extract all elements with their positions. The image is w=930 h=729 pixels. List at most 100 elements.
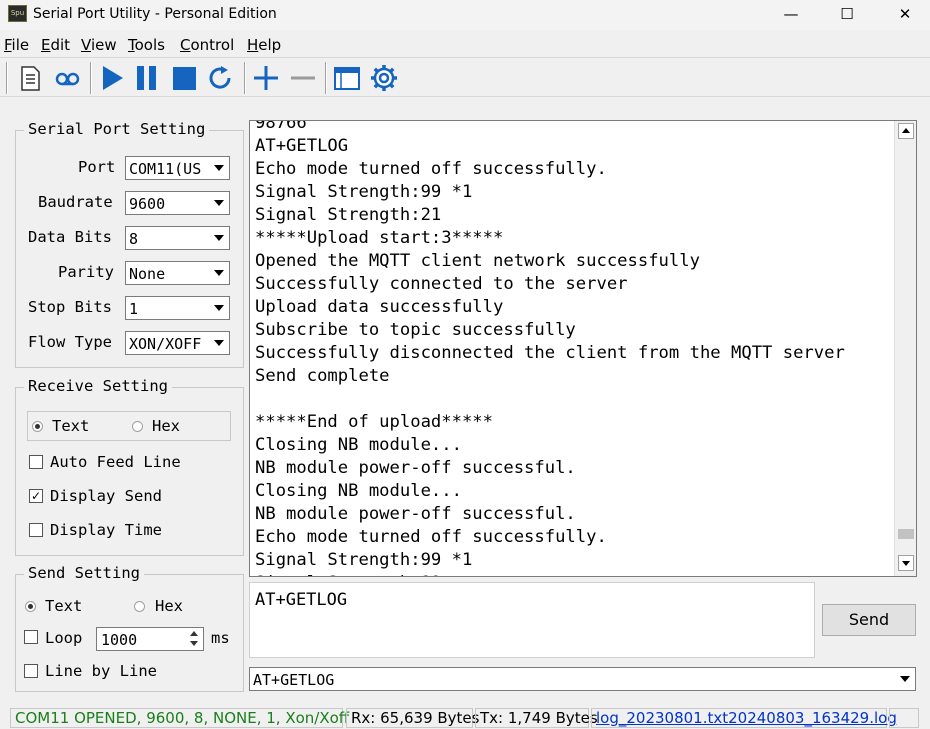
line-by-line-checkbox[interactable] — [24, 664, 38, 678]
send-text-label: Text — [45, 597, 83, 615]
send-input-area[interactable]: AT+GETLOG — [249, 582, 815, 658]
scroll-down-icon[interactable] — [898, 555, 914, 571]
menu-bar: File Edit View Tools Control Help — [0, 31, 930, 57]
output-line: AT+GETLOG — [255, 136, 349, 156]
close-button[interactable]: ✕ — [882, 0, 928, 30]
toolbar — [0, 57, 930, 97]
auto-feed-checkbox[interactable] — [29, 455, 43, 469]
send-button[interactable]: Send — [822, 604, 916, 636]
menu-control[interactable]: Control — [180, 36, 234, 54]
menu-edit[interactable]: Edit — [41, 36, 70, 54]
output-line: Send complete — [255, 366, 390, 386]
line-by-line-label: Line by Line — [45, 662, 157, 680]
maximize-button[interactable]: ☐ — [824, 0, 870, 30]
output-line: *****Upload start:3***** — [255, 228, 504, 248]
receive-setting-legend: Receive Setting — [24, 377, 172, 395]
output-line: Signal Strength:99 *1 — [255, 182, 473, 202]
refresh-button[interactable] — [205, 62, 237, 94]
settings-button[interactable] — [368, 62, 400, 94]
display-time-label: Display Time — [50, 521, 162, 539]
start-button[interactable] — [96, 62, 128, 94]
output-line: Echo mode turned off successfully. — [255, 527, 607, 547]
parity-select[interactable]: None — [125, 261, 230, 285]
toolbar-separator — [6, 62, 8, 94]
window-title: Serial Port Utility - Personal Edition — [33, 6, 277, 22]
chevron-down-icon — [210, 193, 228, 213]
play-icon — [103, 66, 123, 90]
loop-label: Loop — [45, 629, 83, 647]
output-line: Successfully connected to the server — [255, 274, 628, 294]
auto-feed-label: Auto Feed Line — [50, 453, 181, 471]
loop-interval-spinner[interactable]: 1000 — [96, 627, 204, 651]
output-line: Successfully disconnected the client fro… — [255, 343, 845, 363]
spin-down-icon[interactable] — [186, 639, 202, 649]
title-bar: Spu Serial Port Utility - Personal Editi… — [0, 0, 930, 30]
vertical-scrollbar[interactable] — [894, 121, 916, 576]
scroll-up-icon[interactable] — [898, 123, 914, 139]
add-button[interactable] — [250, 62, 282, 94]
record-icon — [55, 72, 80, 86]
output-line: NB module power-off successful. — [255, 504, 576, 524]
send-history-value: AT+GETLOG — [253, 671, 335, 689]
receive-text-label: Text — [52, 417, 90, 435]
send-history-select[interactable]: AT+GETLOG — [249, 667, 916, 691]
receive-hex-radio[interactable] — [132, 421, 143, 432]
stop-button[interactable] — [168, 62, 200, 94]
menu-file[interactable]: File — [4, 36, 29, 54]
send-hex-label: Hex — [155, 597, 183, 615]
parity-label: Parity — [58, 263, 114, 281]
size-grip — [889, 708, 919, 728]
display-time-checkbox[interactable] — [29, 523, 43, 537]
refresh-icon — [209, 66, 231, 89]
window-button[interactable] — [331, 62, 363, 94]
baudrate-label: Baudrate — [38, 193, 113, 211]
spin-up-icon[interactable] — [186, 629, 202, 639]
toolbar-separator — [90, 62, 92, 94]
display-send-label: Display Send — [50, 487, 162, 505]
status-bar: COM11 OPENED, 9600, 8, NONE, 1, Xon/Xoff… — [0, 707, 930, 729]
record-button[interactable] — [51, 62, 83, 94]
menu-view[interactable]: View — [81, 36, 117, 54]
port-select[interactable]: COM11(US — [125, 156, 230, 180]
display-send-checkbox[interactable]: ✓ — [29, 489, 43, 503]
flowtype-select[interactable]: XON/XOFF — [125, 331, 230, 355]
window-icon — [334, 67, 360, 90]
gear-icon — [371, 65, 397, 91]
scrollbar-thumb[interactable] — [898, 529, 914, 539]
output-line: Signal Strength:99 *1 — [255, 550, 473, 570]
chevron-down-icon — [210, 263, 228, 283]
output-line: Closing NB module... — [255, 435, 462, 455]
output-line: 98766 — [255, 120, 307, 133]
tx-count: Tx: 1,749 Bytes — [475, 708, 598, 728]
rx-count: Rx: 65,639 Bytes — [346, 708, 479, 728]
receive-text-radio[interactable] — [32, 421, 43, 432]
app-icon: Spu — [8, 5, 27, 22]
output-line: Closing NB module... — [255, 481, 462, 501]
output-line: *****End of upload***** — [255, 412, 493, 432]
loop-interval-value: 1000 — [101, 631, 138, 649]
minimize-button[interactable]: — — [768, 0, 814, 30]
log-file-link[interactable]: log_20230801.txt20240803_163429.log — [591, 708, 897, 728]
output-line: Signal Strength:21 — [255, 205, 442, 225]
databits-select[interactable]: 8 — [125, 226, 230, 250]
menu-help[interactable]: Help — [247, 36, 281, 54]
output-line: Signal Strength:19 — [255, 572, 441, 576]
connection-status: COM11 OPENED, 9600, 8, NONE, 1, Xon/Xoff — [10, 708, 349, 728]
baudrate-select[interactable]: 9600 — [125, 191, 230, 215]
send-hex-radio[interactable] — [134, 601, 145, 612]
loop-checkbox[interactable] — [24, 630, 38, 644]
remove-button[interactable] — [287, 62, 319, 94]
port-label: Port — [78, 158, 116, 176]
databits-label: Data Bits — [28, 228, 112, 246]
receive-output-area[interactable]: 98766 AT+GETLOG Echo mode turned off succe… — [249, 120, 917, 577]
output-line: NB module power-off successful. — [255, 458, 576, 478]
new-document-button[interactable] — [14, 62, 46, 94]
plus-icon — [254, 66, 278, 90]
send-setting-legend: Send Setting — [24, 564, 144, 582]
menu-tools[interactable]: Tools — [128, 36, 165, 54]
stopbits-select[interactable]: 1 — [125, 296, 230, 320]
pause-icon — [137, 66, 156, 90]
send-text-radio[interactable] — [25, 601, 36, 612]
chevron-down-icon — [210, 333, 228, 353]
pause-button[interactable] — [131, 62, 163, 94]
